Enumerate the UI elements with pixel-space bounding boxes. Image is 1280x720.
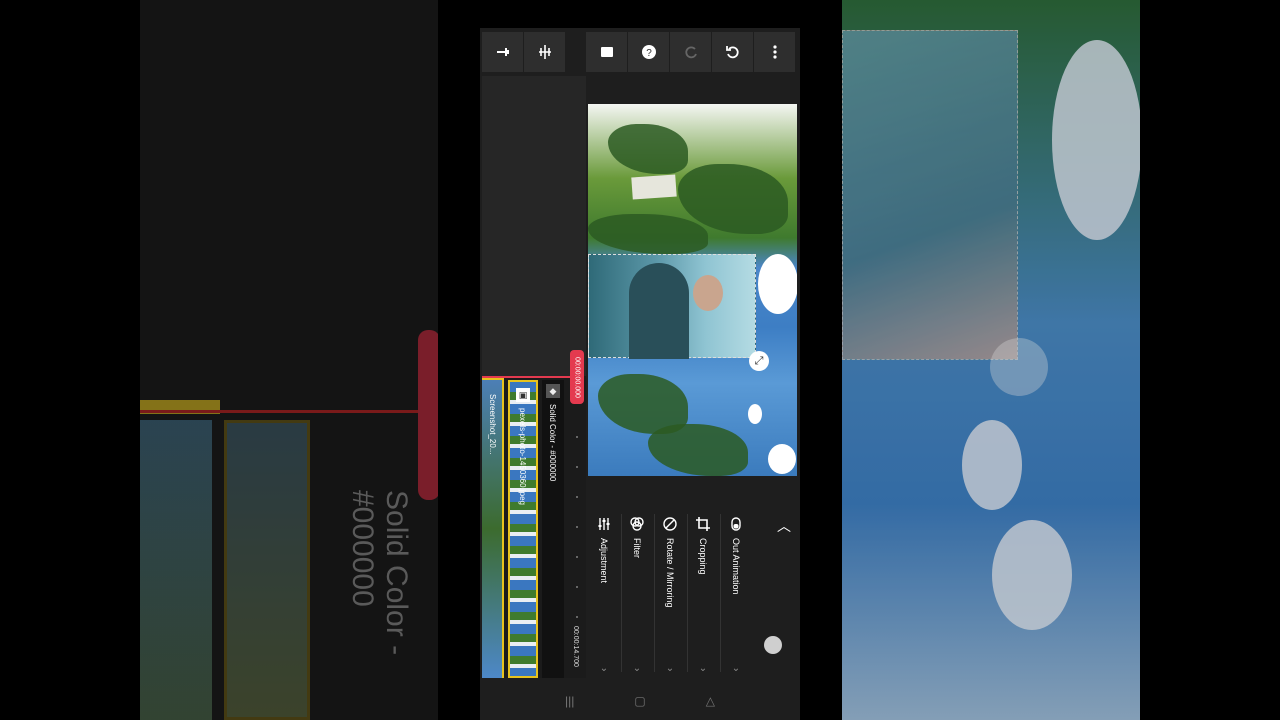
tool-adjustment[interactable]: Adjustment ⌄ [588, 508, 620, 678]
clip-label: Solid Color - #000000 [548, 404, 557, 482]
resize-icon: ⤢ [754, 354, 764, 367]
playhead[interactable] [482, 376, 582, 378]
ruler-tick [576, 436, 578, 438]
chevron-down-icon: ⌄ [665, 663, 675, 674]
palm-foliage [648, 424, 748, 476]
home-button[interactable]: ▢ [634, 694, 645, 708]
tool-rotate-mirroring[interactable]: Rotate / Mirroring ⌄ [654, 508, 686, 678]
resize-handle[interactable]: ⤢ [749, 351, 769, 371]
blurred-cloud [992, 520, 1072, 630]
help-icon: ? [641, 45, 656, 59]
undo-icon [725, 46, 739, 59]
sliders-icon [598, 518, 610, 530]
cloud [758, 254, 797, 314]
timeline-clip-selected[interactable]: ▣ pexels-photo-1450360.jpeg [508, 380, 538, 678]
camera-button[interactable] [586, 32, 628, 72]
side-panel [482, 76, 586, 376]
toolbar-left-group [482, 32, 566, 72]
ruler-tick [576, 586, 578, 588]
blurred-clip [224, 420, 310, 720]
clip-label: Screenshot_20... [488, 394, 497, 455]
tool-label: Out Animation [731, 538, 741, 595]
cloud [748, 404, 762, 424]
end-time: 00:00:14.700 [572, 626, 579, 667]
camera-icon [600, 47, 613, 57]
current-time-badge: 00:00:00.000 [570, 350, 584, 404]
person-figure [629, 263, 689, 359]
blurred-playhead [140, 410, 430, 413]
color-icon: ◆ [546, 384, 560, 398]
chevron-down-icon: ⌄ [698, 663, 708, 674]
top-toolbar: ? [482, 32, 798, 72]
chevron-down-icon: ⌄ [632, 663, 642, 674]
android-navbar: ||| ▢ △ [480, 682, 800, 720]
redo-icon [684, 46, 697, 59]
rotate-icon [663, 517, 677, 531]
tool-out-animation[interactable]: Out Animation ⌄ [720, 508, 752, 678]
split-icon [538, 45, 551, 59]
pin-button[interactable] [482, 32, 524, 72]
more-button[interactable] [754, 32, 796, 72]
person-face [693, 275, 723, 311]
tool-label: Filter [632, 538, 642, 558]
toolbar-gap [566, 32, 586, 72]
chevron-down-icon: ⌄ [599, 663, 609, 674]
ruler-tick [576, 496, 578, 498]
overlay-photo-layer[interactable] [588, 254, 756, 359]
tool-label: Rotate / Mirroring [665, 538, 675, 608]
redo-button[interactable] [670, 32, 712, 72]
blurred-cloud [962, 420, 1022, 510]
svg-text:?: ? [646, 48, 652, 59]
blurred-background-right [842, 0, 1140, 720]
tool-label: Cropping [698, 538, 708, 575]
scroll-knob[interactable] [764, 636, 782, 654]
blurred-resize-handle [990, 338, 1048, 396]
help-button[interactable]: ? [628, 32, 670, 72]
video-editor: ? ⤢ Screenshot_20... ▣ pexels-photo-1450… [480, 28, 800, 720]
animation-icon [731, 517, 741, 531]
split-button[interactable] [524, 32, 566, 72]
image-icon: ▣ [516, 388, 530, 402]
signboard [631, 174, 677, 200]
cloud [768, 444, 796, 474]
tool-cropping[interactable]: Cropping ⌄ [687, 508, 719, 678]
ruler-tick [576, 616, 578, 618]
clip-label: pexels-photo-1450360.jpeg [518, 408, 527, 505]
ruler-tick [576, 466, 578, 468]
tool-label: Adjustment [599, 538, 609, 584]
blurred-overlay-photo [842, 30, 1018, 360]
palm-foliage [608, 124, 688, 174]
blurred-time-marker [418, 330, 438, 500]
palm-foliage [588, 214, 708, 254]
video-preview[interactable]: ⤢ [588, 104, 797, 476]
chevron-down-icon: ⌄ [731, 663, 741, 674]
blurred-background-left: Solid Color - #000000 [140, 0, 438, 720]
filter-icon [630, 517, 644, 531]
chevron-up-icon[interactable]: ︿ [777, 516, 791, 536]
back-button[interactable]: △ [706, 694, 715, 708]
blurred-cloud [1052, 40, 1140, 240]
crop-icon [696, 517, 710, 531]
blurred-solid-color-label: Solid Color - #000000 [346, 490, 413, 656]
undo-button[interactable] [712, 32, 754, 72]
tool-filter[interactable]: Filter ⌄ [621, 508, 653, 678]
more-icon [772, 45, 777, 59]
ruler-tick [576, 526, 578, 528]
blurred-clip [140, 420, 212, 720]
toolbar-right-group: ? [586, 32, 796, 72]
recents-button[interactable]: ||| [565, 694, 574, 708]
timeline[interactable]: Screenshot_20... ▣ pexels-photo-1450360.… [482, 350, 586, 678]
ruler-tick [576, 556, 578, 558]
tools-panel: Adjustment ⌄ Filter ⌄ Rotate / Mirroring… [588, 508, 797, 678]
solid-color-clip[interactable]: ◆ Solid Color - #000000 [542, 380, 564, 678]
pin-icon [496, 48, 509, 56]
timeline-clip[interactable]: Screenshot_20... [482, 380, 504, 678]
